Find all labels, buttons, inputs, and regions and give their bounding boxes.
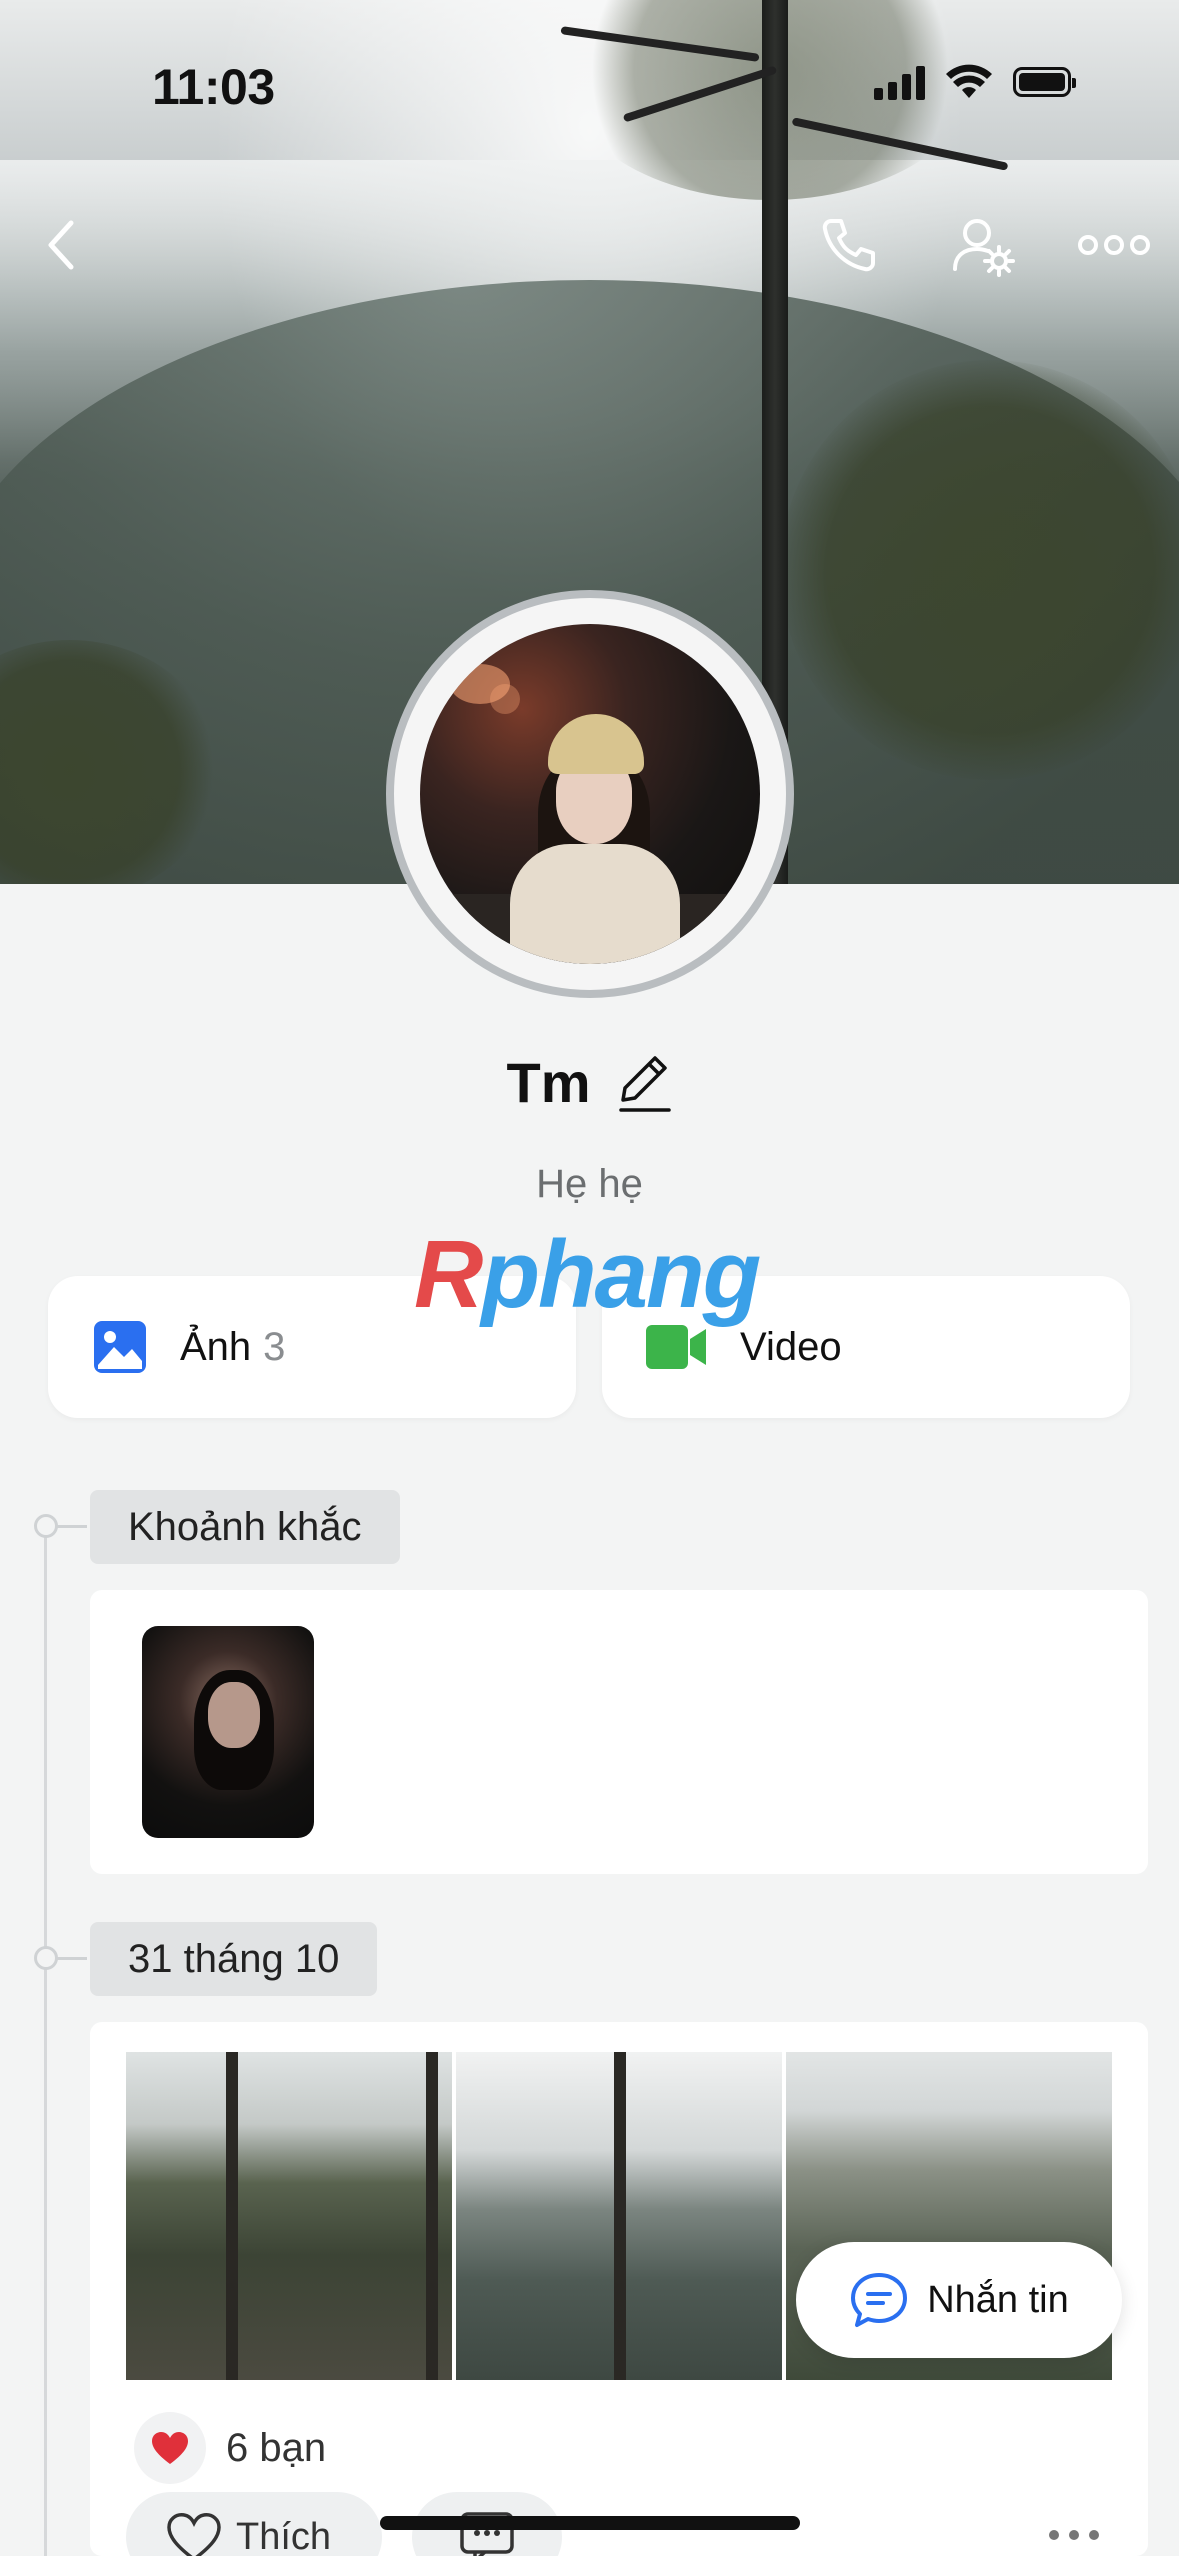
phone-icon [822,219,875,272]
post-photo[interactable] [456,2052,782,2380]
moment-thumbnail[interactable] [142,1626,314,1838]
heart-icon [152,2432,188,2464]
heart-badge [134,2412,206,2484]
wifi-icon [946,64,992,98]
more-options-button[interactable] [1078,210,1150,280]
likes-row[interactable]: 6 bạn [134,2412,326,2484]
videos-label: Video [740,1324,842,1369]
post-photo[interactable] [126,2052,452,2380]
home-indicator[interactable] [380,2516,800,2530]
chat-icon [851,2273,908,2327]
video-icon [646,1325,706,1369]
post-more-icon[interactable] [1046,2528,1102,2542]
status-icons [874,64,1076,100]
profile-settings-button[interactable] [948,210,1018,280]
photo-tree [226,2052,238,2380]
timeline-dot [34,1946,87,1970]
cover-tree-foliage [780,360,1179,780]
avatar-body [510,844,680,964]
cellular-signal-icon [874,64,925,100]
status-time: 11:03 [152,59,275,115]
moments-tag: Khoảnh khắc [90,1490,400,1564]
heart-outline-icon [167,2513,221,2556]
back-button[interactable] [26,210,96,280]
timeline-dot [34,1514,87,1538]
profile-bio: Hẹ hẹ [536,1162,643,1206]
battery-icon [1013,67,1076,97]
image-icon [94,1321,146,1373]
more-icon [1078,235,1150,255]
like-label: Thích [236,2515,332,2556]
user-settings-icon [953,219,1015,277]
photos-label: Ảnh [180,1324,252,1369]
watermark-rest: phang [481,1221,761,1328]
message-button[interactable]: Nhắn tin [796,2242,1122,2358]
message-label: Nhắn tin [927,2278,1069,2321]
photos-count: 3 [263,1324,286,1369]
timeline-line [44,1520,47,2556]
moment-face [208,1682,260,1748]
call-button[interactable] [814,210,884,280]
edit-icon[interactable] [617,1052,673,1114]
watermark-logo: Rphang [414,1220,761,1330]
likes-count: 6 bạn [226,2425,327,2470]
post-date-tag: 31 tháng 10 [90,1922,378,1996]
back-icon [48,220,74,270]
avatar-ring[interactable] [386,590,794,998]
avatar-bg-light [490,684,520,714]
photo-tree [614,2052,626,2380]
avatar-cap [548,714,644,774]
photo-tree [426,2052,438,2380]
avatar[interactable] [420,624,760,964]
name-row: Tm [0,1050,1179,1115]
like-button[interactable]: Thích [126,2492,382,2556]
moments-card [90,1590,1148,1874]
profile-name: Tm [506,1051,591,1114]
watermark-first-letter: R [414,1221,483,1328]
